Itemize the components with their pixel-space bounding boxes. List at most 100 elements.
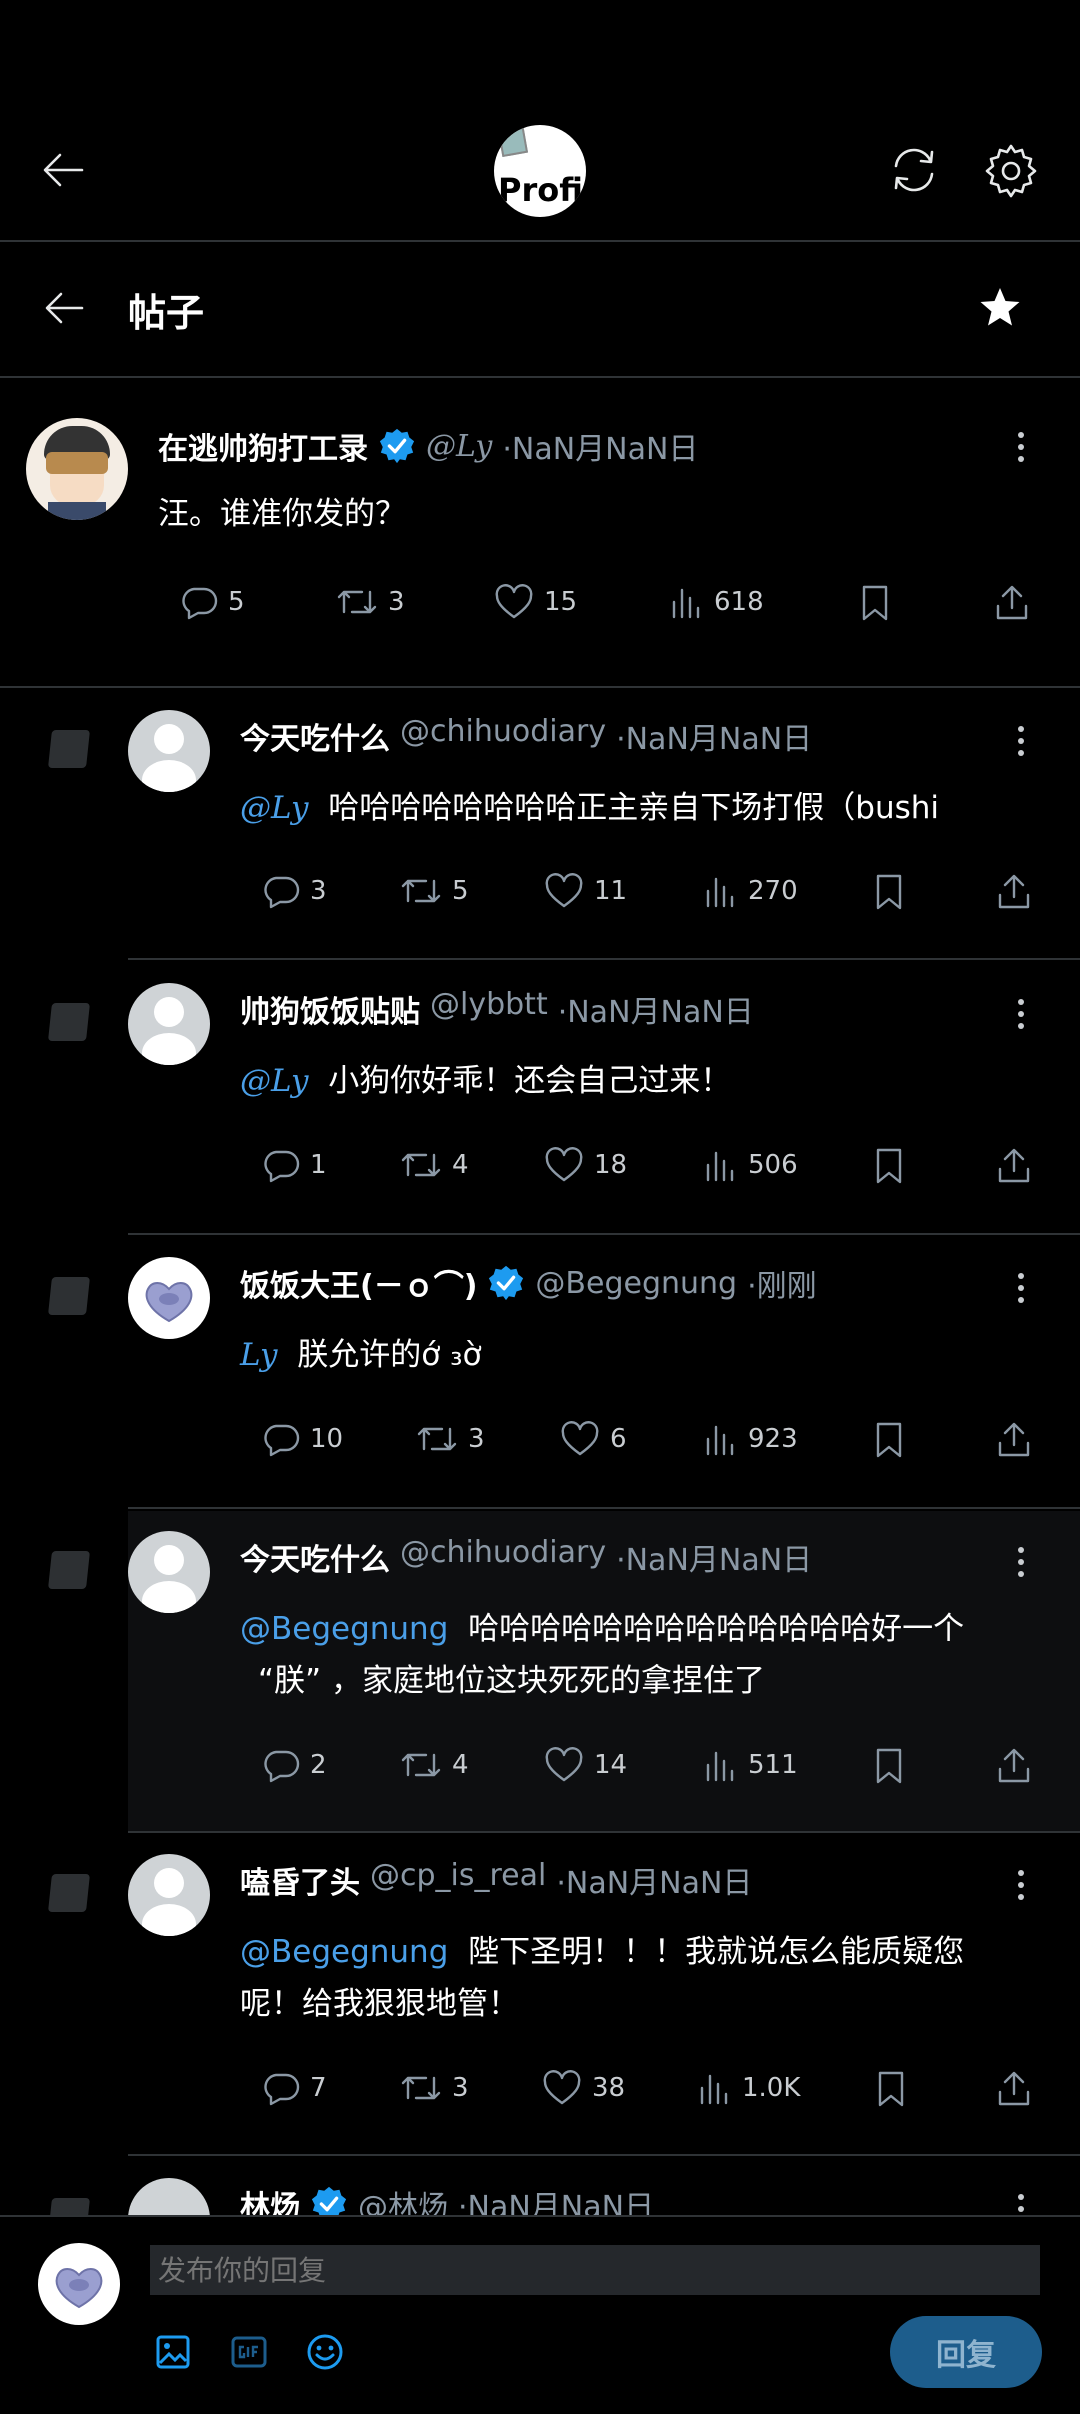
like-action[interactable]: 6 bbox=[560, 1421, 627, 1457]
avatar[interactable] bbox=[128, 710, 210, 792]
more-options-icon[interactable] bbox=[1018, 726, 1024, 756]
author-handle[interactable]: @chihuodiary bbox=[400, 1535, 606, 1579]
avatar[interactable] bbox=[128, 983, 210, 1065]
list-item[interactable]: 林炀 @林炀 ·NaN月NaN日 bbox=[0, 2158, 1080, 2218]
like-action[interactable]: 14 bbox=[544, 1747, 627, 1783]
avatar[interactable] bbox=[128, 1257, 210, 1339]
views-action[interactable]: 511 bbox=[702, 1747, 798, 1783]
share-icon[interactable] bbox=[996, 873, 1032, 911]
author-name[interactable]: 林炀 bbox=[240, 2182, 300, 2218]
author-name[interactable]: 嗑昏了头 bbox=[240, 1858, 360, 1902]
author-name[interactable]: 帅狗饭饭贴贴 bbox=[240, 987, 420, 1031]
reply-text: @Begegnung 陛下圣明！！！我就说怎么能质疑您 bbox=[240, 1926, 964, 1978]
reply-header: 今天吃什么 @chihuodiary ·NaN月NaN日 bbox=[240, 714, 812, 758]
like-action[interactable]: 18 bbox=[544, 1147, 627, 1183]
mention-link[interactable]: @Begegnung bbox=[240, 1611, 448, 1647]
reply-icon bbox=[264, 876, 300, 909]
more-options-icon[interactable] bbox=[1018, 999, 1024, 1029]
reply-action[interactable]: 1 bbox=[262, 1147, 327, 1183]
repost-action[interactable]: 4 bbox=[400, 1147, 469, 1183]
more-options-icon[interactable] bbox=[1018, 2194, 1024, 2212]
back-arrow-icon[interactable] bbox=[42, 289, 86, 327]
list-item[interactable]: 饭饭大王(－ｏ⌒) @Begegnung ·刚刚 Ly 朕允许的ớ ₃ờ 10 … bbox=[0, 1237, 1080, 1509]
views-action[interactable]: 506 bbox=[702, 1147, 798, 1183]
views-action[interactable]: 1.0K bbox=[696, 2070, 800, 2106]
reply-action[interactable]: 3 bbox=[262, 873, 327, 909]
repost-action[interactable]: 3 bbox=[336, 584, 405, 620]
heart-candy-icon bbox=[55, 2268, 103, 2309]
author-name[interactable]: 在逃帅狗打工录 bbox=[158, 424, 368, 468]
like-action[interactable]: 15 bbox=[494, 584, 577, 620]
gif-icon[interactable] bbox=[230, 2333, 268, 2371]
share-icon[interactable] bbox=[994, 584, 1030, 622]
avatar[interactable] bbox=[26, 418, 128, 520]
views-action[interactable]: 270 bbox=[702, 873, 798, 909]
reply-action[interactable]: 10 bbox=[262, 1421, 343, 1457]
star-icon[interactable] bbox=[978, 286, 1022, 328]
mention-link[interactable]: Ly bbox=[240, 1337, 278, 1373]
author-name[interactable]: 饭饭大王(－ｏ⌒) bbox=[240, 1261, 477, 1305]
list-item[interactable]: 帅狗饭饭贴贴 @lybbtt ·NaN月NaN日 @Ly 小狗你好乖！还会自己过… bbox=[0, 963, 1080, 1235]
author-name[interactable]: 今天吃什么 bbox=[240, 1535, 390, 1579]
like-action[interactable]: 11 bbox=[544, 873, 627, 909]
author-handle[interactable]: @cp_is_real bbox=[370, 1858, 546, 1902]
bookmark-icon[interactable] bbox=[860, 584, 890, 622]
more-options-icon[interactable] bbox=[1018, 1870, 1024, 1900]
list-item[interactable]: 今天吃什么 @chihuodiary ·NaN月NaN日 @Begegnung … bbox=[0, 1511, 1080, 1833]
repost-action[interactable]: 4 bbox=[400, 1747, 469, 1783]
list-item[interactable]: 今天吃什么 @chihuodiary ·NaN月NaN日 @Ly 哈哈哈哈哈哈哈… bbox=[0, 690, 1080, 960]
more-options-icon[interactable] bbox=[1018, 1273, 1024, 1303]
author-handle[interactable]: @Ly bbox=[426, 429, 492, 464]
profile-avatar[interactable]: Profi bbox=[494, 125, 586, 217]
like-count: 15 bbox=[544, 587, 578, 617]
more-options-icon[interactable] bbox=[1018, 432, 1024, 462]
sync-icon[interactable] bbox=[886, 144, 942, 196]
author-handle[interactable]: @Begegnung bbox=[535, 1266, 737, 1301]
reply-header: 嗑昏了头 @cp_is_real ·NaN月NaN日 bbox=[240, 1858, 752, 1902]
select-checkbox[interactable] bbox=[48, 1551, 90, 1589]
avatar[interactable] bbox=[128, 2178, 210, 2218]
mention-link[interactable]: @Ly bbox=[240, 1063, 309, 1099]
author-handle[interactable]: @林炀 bbox=[358, 2182, 448, 2218]
reply-action[interactable]: 7 bbox=[262, 2070, 327, 2106]
reply-count: 10 bbox=[310, 1424, 344, 1454]
views-action[interactable]: 923 bbox=[702, 1421, 798, 1457]
reply-submit-button[interactable]: 回复 bbox=[890, 2316, 1042, 2388]
select-checkbox[interactable] bbox=[48, 730, 90, 768]
bookmark-icon[interactable] bbox=[874, 873, 904, 911]
share-icon[interactable] bbox=[996, 1747, 1032, 1785]
select-checkbox[interactable] bbox=[48, 1277, 90, 1315]
settings-gear-icon[interactable] bbox=[982, 142, 1040, 200]
author-name[interactable]: 今天吃什么 bbox=[240, 714, 390, 758]
image-icon[interactable] bbox=[154, 2333, 192, 2371]
list-item[interactable]: 嗑昏了头 @cp_is_real ·NaN月NaN日 @Begegnung 陛下… bbox=[0, 1834, 1080, 2156]
views-action[interactable]: 618 bbox=[668, 584, 764, 620]
reply-action[interactable]: 5 bbox=[180, 584, 245, 620]
like-action[interactable]: 38 bbox=[542, 2070, 625, 2106]
repost-action[interactable]: 5 bbox=[400, 873, 469, 909]
avatar[interactable] bbox=[128, 1531, 210, 1613]
emoji-icon[interactable] bbox=[306, 2333, 344, 2371]
author-handle[interactable]: @lybbtt bbox=[430, 987, 548, 1031]
repost-action[interactable]: 3 bbox=[400, 2070, 469, 2106]
bookmark-icon[interactable] bbox=[874, 1747, 904, 1785]
select-checkbox[interactable] bbox=[48, 1003, 90, 1041]
mention-link[interactable]: @Begegnung bbox=[240, 1934, 448, 1970]
bookmark-icon[interactable] bbox=[876, 2070, 906, 2108]
select-checkbox[interactable] bbox=[48, 1874, 90, 1912]
repost-action[interactable]: 3 bbox=[416, 1421, 485, 1457]
more-options-icon[interactable] bbox=[1018, 1547, 1024, 1577]
mention-link[interactable]: @Ly bbox=[240, 790, 309, 826]
reply-icon bbox=[182, 587, 218, 620]
bookmark-icon[interactable] bbox=[874, 1147, 904, 1185]
back-arrow-icon[interactable] bbox=[40, 150, 86, 190]
bookmark-icon[interactable] bbox=[874, 1421, 904, 1459]
share-icon[interactable] bbox=[996, 2070, 1032, 2108]
author-handle[interactable]: @chihuodiary bbox=[400, 714, 606, 758]
reply-action[interactable]: 2 bbox=[262, 1747, 327, 1783]
share-icon[interactable] bbox=[996, 1147, 1032, 1185]
reply-input[interactable] bbox=[150, 2245, 1040, 2295]
share-icon[interactable] bbox=[996, 1421, 1032, 1459]
avatar[interactable] bbox=[128, 1854, 210, 1936]
avatar[interactable] bbox=[38, 2243, 120, 2325]
